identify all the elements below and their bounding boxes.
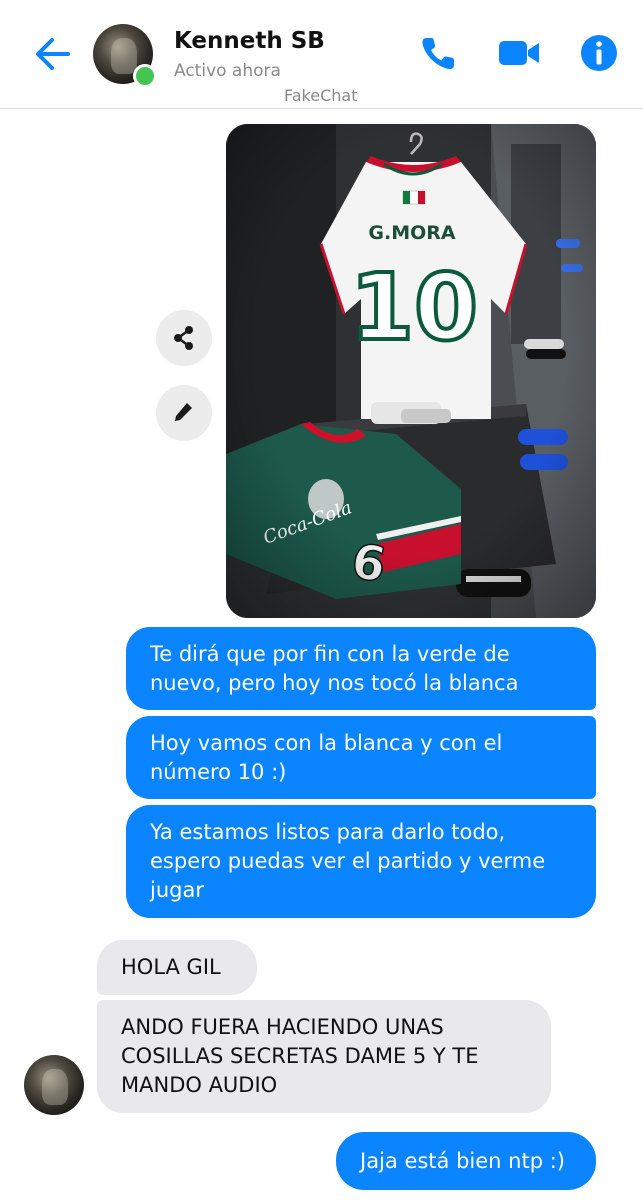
incoming-message[interactable]: ANDO FUERA HACIENDO UNAS COSILLAS SECRET… <box>97 1000 551 1113</box>
chat-screen: Kenneth SB Activo ahora FakeChat Te dirá… <box>0 0 643 1200</box>
sender-avatar[interactable] <box>24 1055 84 1115</box>
contact-avatar[interactable] <box>93 24 157 88</box>
jersey-photo[interactable]: G.MORA 10 Coca-Cola 9 <box>226 124 596 618</box>
back-arrow-icon[interactable] <box>30 32 74 76</box>
online-status-dot <box>133 64 157 88</box>
phone-icon[interactable] <box>416 30 462 76</box>
incoming-message[interactable]: HOLA GIL <box>97 940 257 995</box>
chat-header: Kenneth SB Activo ahora FakeChat <box>0 0 643 109</box>
app-watermark: FakeChat <box>284 86 358 105</box>
contact-name[interactable]: Kenneth SB <box>174 28 325 54</box>
share-icon <box>174 326 193 350</box>
outgoing-message[interactable]: Hoy vamos con la blanca y con el número … <box>126 716 596 799</box>
contact-status: Activo ahora <box>174 61 281 81</box>
share-button[interactable] <box>156 310 212 366</box>
video-camera-icon[interactable] <box>496 30 542 76</box>
pencil-icon <box>175 400 195 421</box>
outgoing-message[interactable]: Jaja está bien ntp :) <box>336 1132 596 1190</box>
edit-button[interactable] <box>156 385 212 441</box>
outgoing-message[interactable]: Te dirá que por fin con la verde de nuev… <box>126 627 596 710</box>
outgoing-message[interactable]: Ya estamos listos para darlo todo, esper… <box>126 805 596 918</box>
info-icon[interactable] <box>576 30 622 76</box>
